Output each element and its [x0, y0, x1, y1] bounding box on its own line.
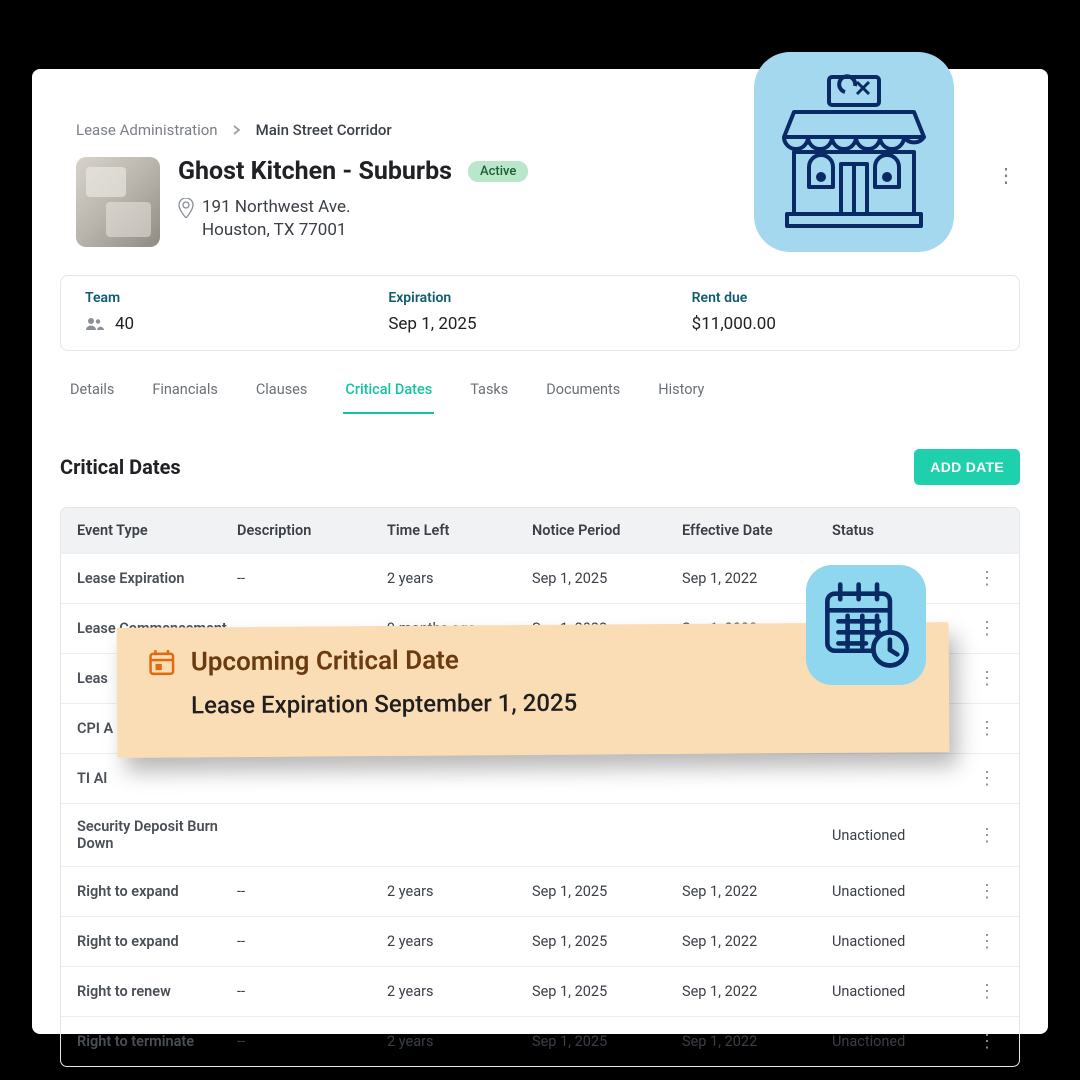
summary-card: Team 40 Expiration Sep 1, 2025 Rent due …: [60, 275, 1020, 351]
table-row: Right to terminate--2 yearsSep 1, 2025Se…: [61, 1016, 1019, 1066]
storefront-icon: [754, 52, 954, 252]
row-menu-button[interactable]: ⋮: [962, 881, 1012, 902]
tab-documents[interactable]: Documents: [544, 371, 622, 414]
cell-notice-period: Sep 1, 2025: [532, 1033, 682, 1050]
summary-rent-label: Rent due: [692, 290, 995, 306]
cell-description: --: [237, 1033, 387, 1050]
table-header: Event Type Description Time Left Notice …: [61, 508, 1019, 553]
row-menu-button[interactable]: ⋮: [962, 568, 1012, 589]
cell-event: Right to renew: [77, 983, 237, 1000]
cell-effective-date: Sep 1, 2022: [682, 883, 832, 900]
cell-status: Unactioned: [832, 983, 962, 1000]
cell-time-left: 2 years: [387, 883, 532, 900]
cell-status: Unactioned: [832, 1033, 962, 1050]
people-icon: [85, 317, 105, 331]
row-menu-button[interactable]: ⋮: [962, 768, 1012, 789]
tab-clauses[interactable]: Clauses: [254, 371, 310, 414]
col-notice-period: Notice Period: [532, 522, 682, 539]
col-description: Description: [237, 522, 387, 539]
cell-time-left: 2 years: [387, 570, 532, 587]
calendar-clock-icon: [806, 565, 926, 685]
table-row: Right to expand--2 yearsSep 1, 2025Sep 1…: [61, 916, 1019, 966]
tab-financials[interactable]: Financials: [150, 371, 219, 414]
summary-expiration-label: Expiration: [388, 290, 691, 306]
cell-notice-period: Sep 1, 2025: [532, 983, 682, 1000]
section-title: Critical Dates: [60, 455, 181, 479]
table-row: Right to renew--2 yearsSep 1, 2025Sep 1,…: [61, 966, 1019, 1016]
cell-event: Security Deposit Burn Down: [77, 818, 237, 852]
cell-event: Lease Expiration: [77, 570, 237, 587]
col-effective-date: Effective Date: [682, 522, 832, 539]
notice-title: Upcoming Critical Date: [191, 646, 459, 678]
cell-event: TI Al: [77, 770, 237, 787]
table-row: Right to expand--2 yearsSep 1, 2025Sep 1…: [61, 866, 1019, 916]
breadcrumb-current[interactable]: Main Street Corridor: [256, 121, 392, 139]
cell-description: --: [237, 883, 387, 900]
cell-notice-period: Sep 1, 2025: [532, 883, 682, 900]
status-badge: Active: [468, 161, 528, 182]
row-menu-button[interactable]: ⋮: [962, 931, 1012, 952]
calendar-alert-icon: [147, 647, 177, 677]
summary-team-label: Team: [85, 290, 388, 306]
cell-description: --: [237, 933, 387, 950]
address-line2: Houston, TX 77001: [202, 220, 346, 240]
cell-event: Right to terminate: [77, 1033, 237, 1050]
address-line1: 191 Northwest Ave.: [202, 197, 350, 217]
cell-effective-date: Sep 1, 2022: [682, 933, 832, 950]
table-row: TI Al ⋮: [61, 753, 1019, 803]
lease-title: Ghost Kitchen - Suburbs: [178, 157, 452, 186]
row-menu-button[interactable]: ⋮: [962, 718, 1012, 739]
col-event-type: Event Type: [77, 522, 237, 539]
summary-team-value: 40: [115, 314, 134, 334]
cell-time-left: 2 years: [387, 1033, 532, 1050]
table-row: Security Deposit Burn Down Unactioned⋮: [61, 803, 1019, 866]
cell-notice-period: Sep 1, 2025: [532, 570, 682, 587]
row-menu-button[interactable]: ⋮: [962, 825, 1012, 846]
cell-effective-date: Sep 1, 2022: [682, 1033, 832, 1050]
cell-status: Unactioned: [832, 827, 962, 844]
cell-effective-date: Sep 1, 2022: [682, 983, 832, 1000]
header-menu-button[interactable]: ⋮: [992, 161, 1020, 189]
add-date-button[interactable]: ADD DATE: [914, 449, 1020, 485]
cell-status: Unactioned: [832, 933, 962, 950]
col-status: Status: [832, 522, 962, 539]
tab-details[interactable]: Details: [68, 371, 116, 414]
chevron-right-icon: [232, 125, 242, 135]
lease-thumbnail: [76, 157, 160, 247]
cell-time-left: 2 years: [387, 983, 532, 1000]
lease-address: 191 Northwest Ave. Houston, TX 77001: [178, 196, 528, 242]
tab-critical-dates[interactable]: Critical Dates: [343, 371, 434, 414]
cell-time-left: 2 years: [387, 933, 532, 950]
cell-event: Right to expand: [77, 883, 237, 900]
cell-description: --: [237, 983, 387, 1000]
summary-expiration-value: Sep 1, 2025: [388, 314, 691, 334]
summary-rent-value: $11,000.00: [692, 314, 995, 334]
row-menu-button[interactable]: ⋮: [962, 668, 1012, 689]
col-time-left: Time Left: [387, 522, 532, 539]
cell-description: --: [237, 570, 387, 587]
tabs: Details Financials Clauses Critical Date…: [68, 371, 1020, 415]
row-menu-button[interactable]: ⋮: [962, 618, 1012, 639]
tab-history[interactable]: History: [656, 371, 706, 414]
notice-body: Lease Expiration September 1, 2025: [191, 686, 919, 719]
cell-event: Right to expand: [77, 933, 237, 950]
row-menu-button[interactable]: ⋮: [962, 1031, 1012, 1052]
map-pin-icon: [178, 198, 194, 218]
cell-status: Unactioned: [832, 883, 962, 900]
row-menu-button[interactable]: ⋮: [962, 981, 1012, 1002]
cell-notice-period: Sep 1, 2025: [532, 933, 682, 950]
breadcrumb-parent[interactable]: Lease Administration: [76, 121, 218, 139]
tab-tasks[interactable]: Tasks: [468, 371, 510, 414]
section-header: Critical Dates ADD DATE: [60, 449, 1020, 485]
